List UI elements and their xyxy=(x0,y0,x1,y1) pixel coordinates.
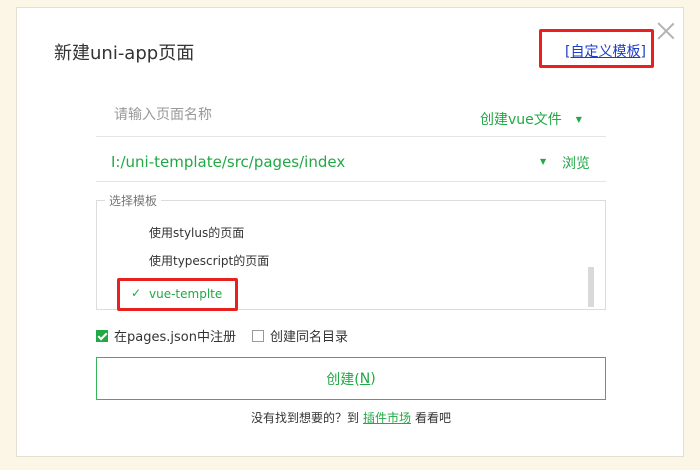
create-button-label: 创建( xyxy=(326,371,360,388)
template-list-scrollbar[interactable] xyxy=(588,267,594,307)
register-pages-json-option[interactable]: 在pages.json中注册 xyxy=(96,326,236,345)
close-icon[interactable] xyxy=(657,22,675,40)
create-same-dir-checkbox[interactable] xyxy=(252,329,264,342)
new-page-dialog: 新建uni-app页面 [自定义模板] 创建vue文件 ▼ I:/uni-temp… xyxy=(16,7,684,457)
footer-hint: 没有找到想要的？到 插件市场 看看吧 xyxy=(17,409,685,426)
footer-suffix: 看看吧 xyxy=(415,411,452,425)
page-name-row: 创建vue文件 ▼ xyxy=(96,99,606,137)
chevron-down-icon: ▼ xyxy=(575,115,582,124)
file-type-label: 创建vue文件 xyxy=(480,112,562,128)
custom-template-link[interactable]: [自定义模板] xyxy=(565,41,646,61)
template-group: 选择模板 使用stylus的页面 使用typescript的页面 ✓ vue-t… xyxy=(96,192,606,311)
create-same-dir-label: 创建同名目录 xyxy=(270,330,349,345)
selected-template-highlight xyxy=(117,278,238,311)
template-item-stylus[interactable]: 使用stylus的页面 xyxy=(149,224,244,241)
template-item-typescript[interactable]: 使用typescript的页面 xyxy=(149,252,269,269)
create-button[interactable]: 创建(N) xyxy=(96,357,606,400)
dialog-title: 新建uni-app页面 xyxy=(54,43,195,64)
path-row: I:/uni-template/src/pages/index ▼ 浏览 xyxy=(96,145,606,182)
path-field[interactable]: I:/uni-template/src/pages/index xyxy=(111,153,345,171)
file-type-select[interactable]: 创建vue文件 ▼ xyxy=(480,109,582,129)
create-same-dir-option[interactable]: 创建同名目录 xyxy=(252,326,348,345)
create-button-shortcut: N xyxy=(359,370,371,387)
page-name-input[interactable] xyxy=(114,107,414,123)
custom-template-label: 自定义模板 xyxy=(570,44,641,60)
template-group-legend: 选择模板 xyxy=(105,192,162,209)
footer-prefix: 没有找到想要的？到 xyxy=(250,411,359,425)
create-button-label-end: ) xyxy=(370,370,376,387)
path-dropdown-chevron-down-icon[interactable]: ▼ xyxy=(540,157,546,166)
plugin-market-link[interactable]: 插件市场 xyxy=(363,411,411,425)
register-pages-json-label: 在pages.json中注册 xyxy=(114,330,236,345)
browse-button[interactable]: 浏览 xyxy=(562,153,590,173)
register-pages-json-checkbox[interactable] xyxy=(96,329,108,342)
bracket-close: ] xyxy=(640,44,646,60)
